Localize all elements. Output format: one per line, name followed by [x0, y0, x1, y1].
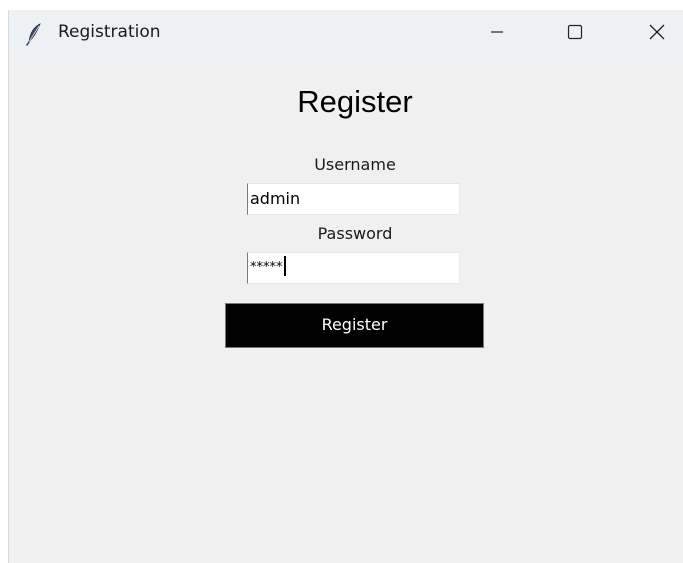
maximize-icon [567, 24, 583, 44]
feather-icon [25, 22, 45, 46]
text-cursor [283, 256, 286, 276]
title-bar[interactable]: Registration [9, 10, 683, 58]
close-icon [648, 23, 666, 45]
page-title: Register [297, 84, 413, 119]
username-field[interactable]: admin [247, 183, 460, 215]
window-title: Registration [58, 22, 161, 42]
password-value: ***** [250, 260, 283, 275]
password-label: Password [317, 224, 393, 243]
password-field[interactable]: ***** [247, 252, 460, 284]
register-button[interactable]: Register [225, 303, 484, 348]
close-button[interactable] [629, 10, 683, 58]
registration-window: Registration Register Username admin Pas… [9, 10, 683, 563]
minimize-icon [489, 24, 505, 44]
minimize-button[interactable] [469, 10, 525, 58]
maximize-button[interactable] [547, 10, 603, 58]
username-value: admin [250, 189, 301, 208]
username-label: Username [314, 155, 396, 174]
